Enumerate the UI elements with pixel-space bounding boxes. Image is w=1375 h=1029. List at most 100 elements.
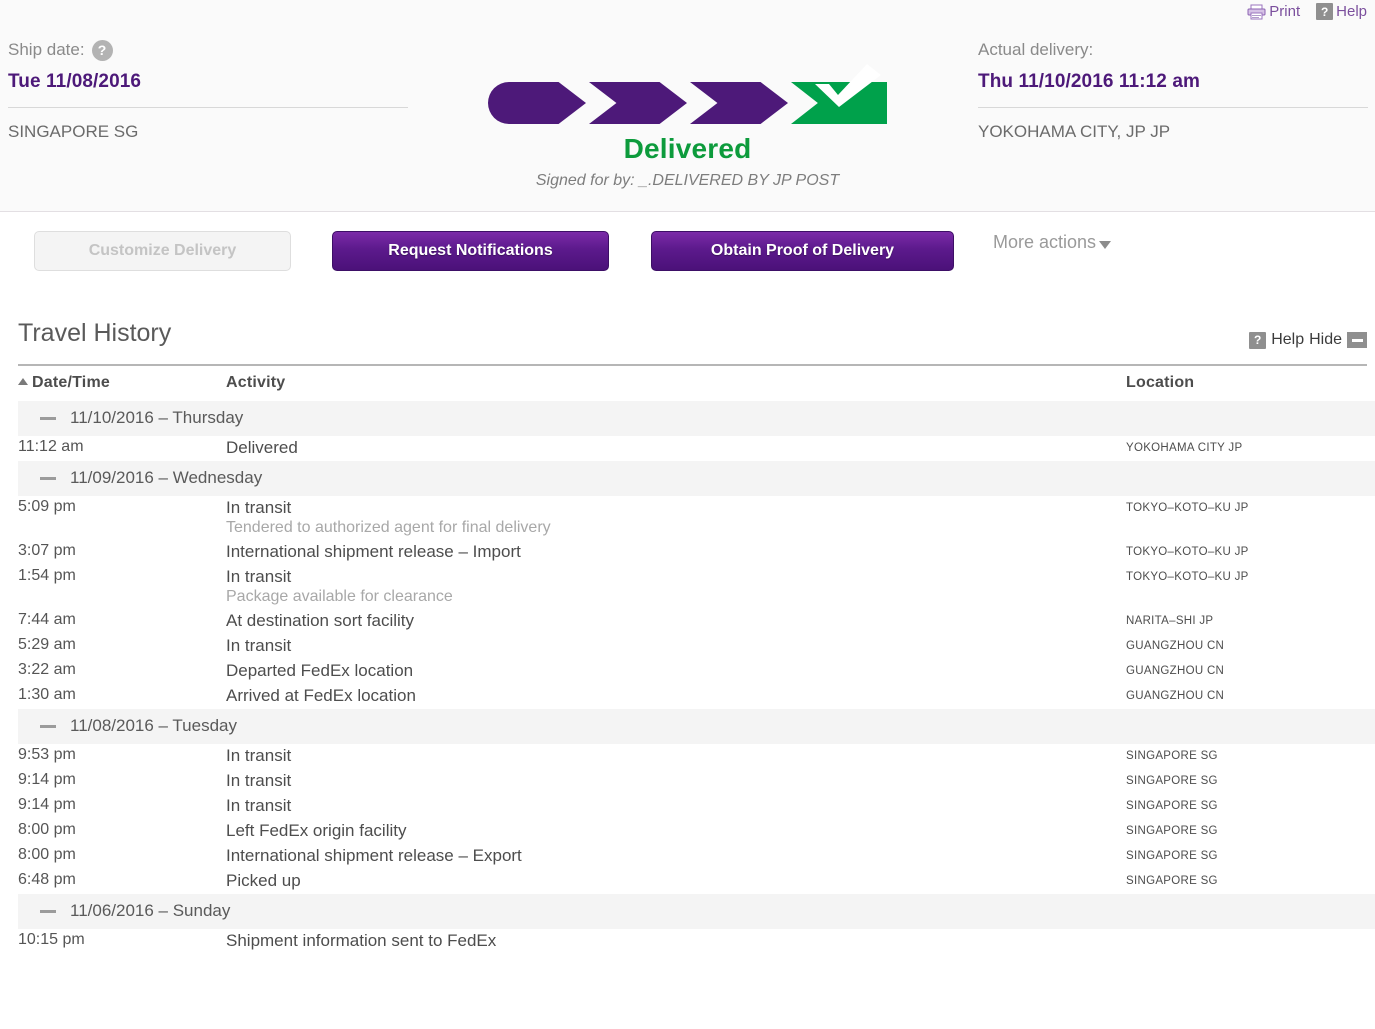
obtain-proof-of-delivery-button[interactable]: Obtain Proof of Delivery [651, 231, 954, 271]
event-activity-detail: Package available for clearance [226, 588, 453, 605]
progress-step-2-icon [589, 82, 687, 124]
customize-delivery-button[interactable]: Customize Delivery [34, 231, 291, 271]
table-row: 8:00 pm International shipment release – … [18, 844, 1375, 869]
event-activity-cell: In transit [226, 769, 1126, 794]
event-location-cell: SINGAPORE SG [1126, 844, 1375, 869]
date-group-cell: 11/08/2016 – Tuesday [18, 709, 1375, 744]
ship-date-help-icon[interactable]: ? [91, 39, 113, 61]
event-location-cell: SINGAPORE SG [1126, 744, 1375, 769]
event-activity-cell: International shipment release – Import [226, 540, 1126, 565]
table-row: 9:14 pm In transit SINGAPORE SG [18, 769, 1375, 794]
progress-step-4-delivered-icon [791, 82, 887, 124]
event-time-cell: 8:00 pm [18, 819, 226, 844]
event-location: SINGAPORE SG [1126, 875, 1218, 887]
column-header-datetime-label: Date/Time [32, 374, 110, 391]
minimize-icon[interactable] [1347, 332, 1367, 348]
request-notifications-button[interactable]: Request Notifications [332, 231, 609, 271]
travel-history-controls: ? Help Hide [1249, 331, 1367, 349]
column-header-datetime[interactable]: Date/Time [18, 366, 226, 401]
event-location: TOKYO–KOTO–KU JP [1126, 546, 1249, 558]
date-group-row[interactable]: 11/10/2016 – Thursday [18, 401, 1375, 436]
date-group-cell: 11/09/2016 – Wednesday [18, 461, 1375, 496]
event-activity-cell: In transit [226, 794, 1126, 819]
table-row: 1:54 pm In transit Package available for c… [18, 565, 1375, 609]
chevron-down-icon [1099, 240, 1112, 249]
event-time-cell: 5:09 pm [18, 496, 226, 540]
help-link[interactable]: ? Help [1316, 3, 1367, 20]
event-activity: Left FedEx origin facility [226, 821, 407, 840]
event-location-cell: GUANGZHOU CN [1126, 659, 1375, 684]
help-label: Help [1336, 3, 1367, 20]
event-activity-cell: Shipment information sent to FedEx [226, 929, 1126, 954]
date-group-row[interactable]: 11/06/2016 – Sunday [18, 894, 1375, 929]
date-group-inner: 11/08/2016 – Tuesday [18, 716, 1375, 736]
event-activity-cell: Delivered [226, 436, 1126, 461]
date-group-inner: 11/10/2016 – Thursday [18, 408, 1375, 428]
travel-history-header: Travel History ? Help Hide [18, 317, 1367, 364]
date-group-row[interactable]: 11/08/2016 – Tuesday [18, 709, 1375, 744]
column-header-location[interactable]: Location [1126, 366, 1375, 401]
event-location-cell: TOKYO–KOTO–KU JP [1126, 565, 1375, 609]
event-time-cell: 9:53 pm [18, 744, 226, 769]
date-group-label: 11/09/2016 – Wednesday [70, 468, 263, 487]
travel-history-help-icon[interactable]: ? [1249, 331, 1267, 349]
event-time: 9:53 pm [18, 746, 76, 763]
table-row: 7:44 am At destination sort facility NARIT… [18, 609, 1375, 634]
event-location-cell: GUANGZHOU CN [1126, 634, 1375, 659]
event-time: 5:09 pm [18, 498, 76, 515]
event-time: 9:14 pm [18, 796, 76, 813]
summary-row: Ship date: ? Tue 11/08/2016 SINGAPORE SG… [0, 38, 1375, 208]
event-time-cell: 5:29 am [18, 634, 226, 659]
shipment-summary-panel: Print ? Help Ship date: ? Tue 11/08/2016… [0, 0, 1375, 212]
question-mark-icon: ? [1316, 3, 1334, 20]
column-header-activity[interactable]: Activity [226, 366, 1126, 401]
table-row: 11:12 am Delivered YOKOHAMA CITY JP [18, 436, 1375, 461]
travel-history-thead: Date/Time Activity Location [18, 366, 1375, 401]
event-activity-cell: In transit Tendered to authorized agent f… [226, 496, 1126, 540]
event-location-cell: SINGAPORE SG [1126, 794, 1375, 819]
date-group-label: 11/08/2016 – Tuesday [70, 716, 237, 735]
event-activity-cell: In transit [226, 744, 1126, 769]
event-activity: In transit [226, 636, 292, 655]
event-location-cell: YOKOHAMA CITY JP [1126, 436, 1375, 461]
collapse-minus-icon[interactable] [40, 909, 56, 913]
table-header-row: Date/Time Activity Location [18, 366, 1375, 401]
event-activity-cell: Left FedEx origin facility [226, 819, 1126, 844]
event-location: GUANGZHOU CN [1126, 640, 1225, 652]
table-row: 10:15 pm Shipment information sent to Fed… [18, 929, 1375, 954]
date-group-inner: 11/06/2016 – Sunday [18, 901, 1375, 921]
delivery-destination-location: YOKOHAMA CITY, JP JP [978, 122, 1171, 141]
event-activity-cell: In transit Package available for clearanc… [226, 565, 1126, 609]
collapse-minus-icon[interactable] [40, 476, 56, 480]
collapse-minus-icon[interactable] [40, 416, 56, 420]
event-time: 6:48 pm [18, 871, 76, 888]
event-activity: Arrived at FedEx location [226, 686, 416, 705]
sort-ascending-icon [18, 378, 28, 385]
event-activity: Picked up [226, 871, 301, 890]
event-time-cell: 10:15 pm [18, 929, 226, 954]
table-row: 6:48 pm Picked up SINGAPORE SG [18, 869, 1375, 894]
event-location-cell: TOKYO–KOTO–KU JP [1126, 496, 1375, 540]
event-location-cell [1126, 929, 1375, 954]
event-activity: International shipment release – Export [226, 846, 522, 865]
print-label: Print [1269, 3, 1301, 20]
collapse-minus-icon[interactable] [40, 724, 56, 728]
event-activity-cell: Departed FedEx location [226, 659, 1126, 684]
more-actions-dropdown[interactable]: More actions [993, 232, 1112, 253]
date-group-label: 11/06/2016 – Sunday [70, 901, 231, 920]
table-row: 9:14 pm In transit SINGAPORE SG [18, 794, 1375, 819]
date-group-label: 11/10/2016 – Thursday [70, 408, 244, 427]
actual-delivery-block: Actual delivery: Thu 11/10/2016 11:12 am… [978, 38, 1368, 142]
travel-history-help-link[interactable]: Help [1271, 331, 1304, 349]
event-activity: In transit [226, 567, 292, 586]
travel-history-hide-link[interactable]: Hide [1309, 331, 1342, 349]
event-time: 7:44 am [18, 611, 76, 628]
table-row: 8:00 pm Left FedEx origin facility SINGAPO… [18, 819, 1375, 844]
event-location-cell: SINGAPORE SG [1126, 869, 1375, 894]
event-location-cell: NARITA–SHI JP [1126, 609, 1375, 634]
event-location: TOKYO–KOTO–KU JP [1126, 502, 1249, 514]
event-activity: In transit [226, 746, 292, 765]
date-group-row[interactable]: 11/09/2016 – Wednesday [18, 461, 1375, 496]
print-link[interactable]: Print [1247, 4, 1300, 20]
event-location-cell: GUANGZHOU CN [1126, 684, 1375, 709]
